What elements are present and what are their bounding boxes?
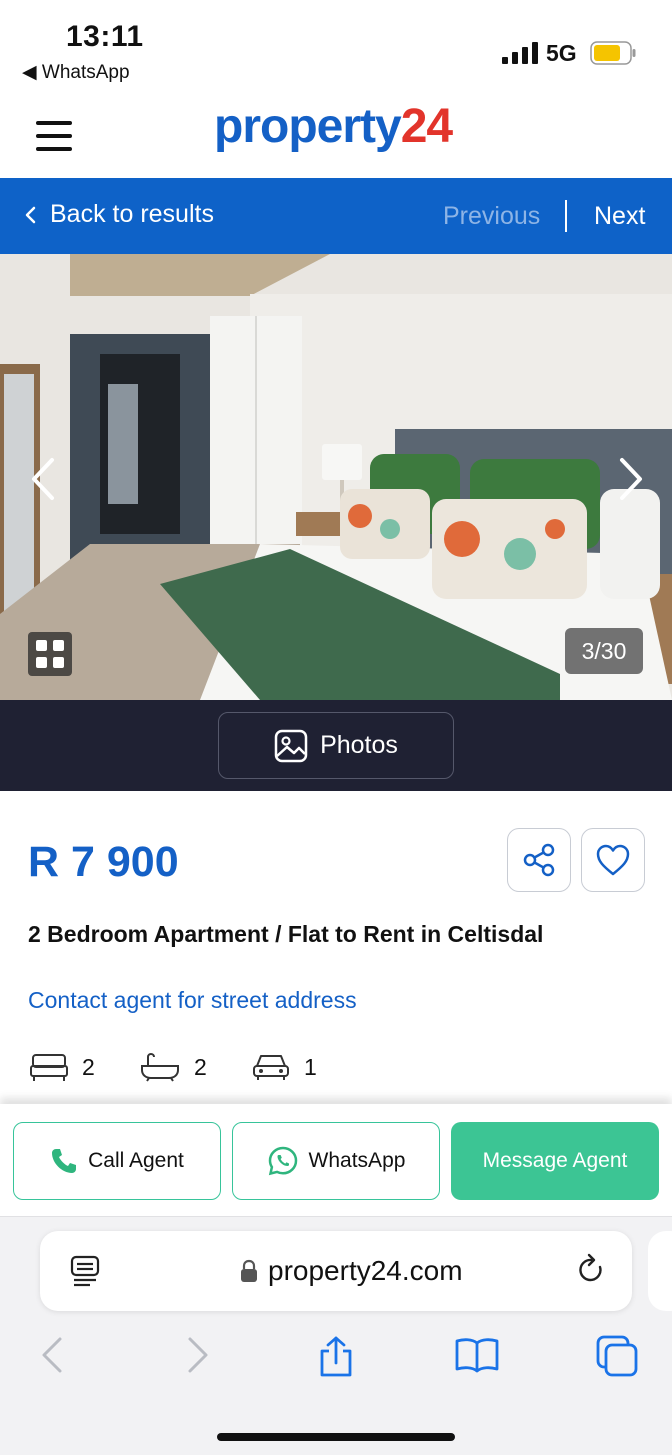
image-icon: [274, 729, 308, 762]
listing-price: R 7 900: [28, 838, 179, 886]
agent-action-bar: Call Agent WhatsApp Message Agent: [0, 1104, 672, 1216]
photos-button[interactable]: Photos: [218, 712, 454, 779]
bedrooms-feature: 2: [30, 1052, 95, 1082]
message-agent-button[interactable]: Message Agent: [451, 1122, 659, 1200]
browser-forward-icon[interactable]: [182, 1335, 212, 1375]
chevron-left-icon: [25, 206, 36, 223]
heart-icon: [596, 844, 630, 876]
contact-agent-address-link[interactable]: Contact agent for street address: [28, 987, 357, 1014]
listing-photo[interactable]: 3/30: [0, 254, 672, 700]
results-navigation: Back to results Previous Next: [0, 178, 672, 254]
share-sheet-icon[interactable]: [316, 1335, 356, 1379]
grid-view-icon[interactable]: [28, 632, 72, 676]
bathrooms-count: 2: [194, 1053, 207, 1080]
back-to-results-label: Back to results: [50, 200, 214, 228]
previous-photo-arrow-icon[interactable]: [24, 454, 64, 504]
signal-icon: [502, 42, 538, 64]
previous-link[interactable]: Previous: [443, 202, 540, 231]
share-icon: [523, 843, 555, 877]
hamburger-menu-icon[interactable]: [36, 121, 72, 151]
tabs-icon[interactable]: [596, 1335, 640, 1377]
bathrooms-feature: 2: [140, 1052, 207, 1082]
home-indicator: [217, 1433, 455, 1441]
share-button[interactable]: [507, 828, 571, 892]
next-tab-peek[interactable]: [648, 1231, 672, 1311]
nav-divider: [565, 200, 567, 232]
call-agent-button[interactable]: Call Agent: [13, 1122, 221, 1200]
url-text: property24.com: [268, 1255, 463, 1286]
url-display: property24.com: [240, 1255, 463, 1287]
next-photo-arrow-icon[interactable]: [610, 454, 650, 504]
lock-icon: [241, 1259, 257, 1282]
photos-bar: Photos: [0, 700, 672, 791]
back-to-results-link[interactable]: Back to results: [24, 200, 214, 229]
phone-icon: [52, 1149, 77, 1173]
listing-title: 2 Bedroom Apartment / Flat to Rent in Ce…: [28, 921, 544, 947]
parking-count: 1: [304, 1053, 317, 1080]
photos-label: Photos: [320, 731, 398, 759]
browser-back-icon[interactable]: [38, 1335, 68, 1375]
status-bar: 13:11 ◀ WhatsApp 5G: [0, 0, 672, 95]
car-icon: [253, 1055, 289, 1080]
back-to-app-link[interactable]: ◀ WhatsApp: [22, 61, 130, 84]
listing-page: 13:11 ◀ WhatsApp 5G property24 Back to r…: [0, 0, 672, 1455]
site-header: property24: [0, 95, 672, 178]
next-link[interactable]: Next: [594, 202, 645, 231]
bookmarks-icon[interactable]: [454, 1335, 500, 1375]
reload-icon[interactable]: [576, 1253, 606, 1287]
battery-icon: [590, 41, 636, 65]
message-agent-label: Message Agent: [482, 1149, 628, 1172]
photo-counter: 3/30: [565, 628, 643, 674]
browser-chrome: property24.com: [0, 1216, 672, 1455]
call-agent-label: Call Agent: [88, 1149, 184, 1172]
favourite-button[interactable]: [581, 828, 645, 892]
whatsapp-button[interactable]: WhatsApp: [232, 1122, 440, 1200]
bath-icon: [141, 1052, 179, 1082]
property24-logo[interactable]: property24: [214, 99, 453, 154]
whatsapp-icon: [268, 1146, 297, 1176]
status-time: 13:11: [66, 20, 144, 53]
parking-feature: 1: [252, 1052, 317, 1082]
bedrooms-count: 2: [82, 1053, 95, 1080]
reader-mode-icon[interactable]: [70, 1255, 100, 1287]
address-bar[interactable]: property24.com: [40, 1231, 632, 1311]
whatsapp-label: WhatsApp: [308, 1149, 406, 1172]
bed-icon: [30, 1054, 68, 1081]
network-type: 5G: [546, 40, 577, 66]
